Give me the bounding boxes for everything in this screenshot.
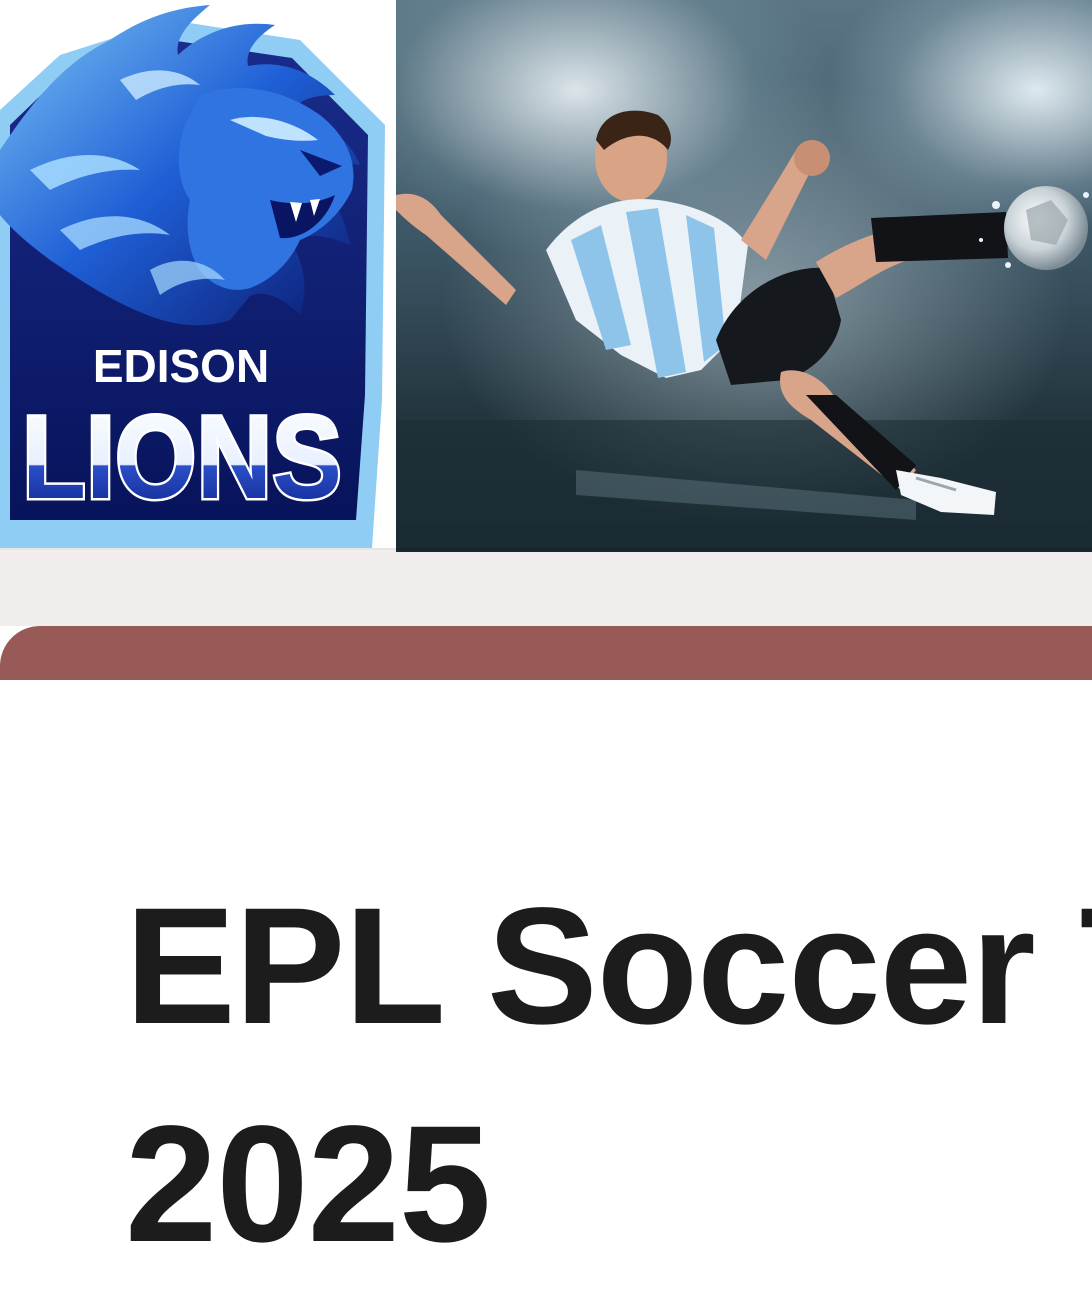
logo-text-lions: LIONS [22,392,342,524]
soccer-player-photo [396,110,1092,552]
navigation-bar[interactable] [0,626,1092,680]
edison-lions-logo: EDISON LIONS [0,5,385,548]
page-title: EPL Soccer T 2025 [125,858,1092,1294]
header-spacer [0,552,1092,626]
main-content: EPL Soccer T 2025 [0,680,1092,1314]
page-title-line2: 2025 [125,1092,491,1277]
team-logo[interactable]: EDISON LIONS [0,0,396,552]
header-banner: EDISON LIONS [0,0,1092,552]
hero-photo [396,0,1092,552]
logo-text-edison: EDISON [93,340,269,392]
page-title-line1: EPL Soccer T [125,874,1092,1059]
